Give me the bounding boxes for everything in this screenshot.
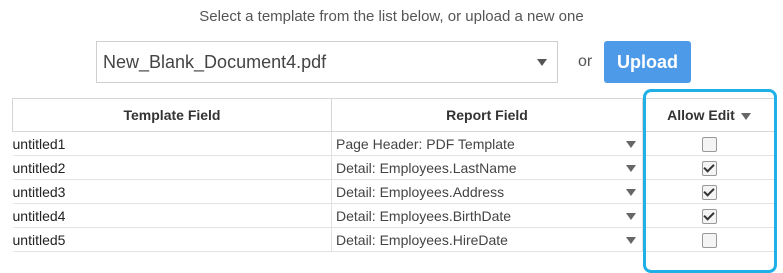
report-field-header: Report Field — [331, 98, 643, 132]
template-field-cell: untitled5 — [12, 227, 332, 252]
report-field-select[interactable]: Detail: Employees.LastName — [331, 155, 643, 180]
report-field-value: Page Header: PDF Template — [336, 135, 515, 152]
allow-edit-header[interactable]: Allow Edit — [642, 98, 776, 132]
chevron-down-icon[interactable] — [626, 189, 636, 196]
table-row: untitled4 Detail: Employees.BirthDate — [12, 203, 776, 228]
template-field-header: Template Field — [12, 98, 332, 132]
allow-edit-checkbox[interactable] — [701, 136, 717, 152]
template-field-cell: untitled4 — [12, 203, 332, 228]
table-row: untitled5 Detail: Employees.HireDate — [12, 227, 776, 252]
report-field-value: Detail: Employees.Address — [336, 183, 505, 200]
allow-edit-cell — [642, 179, 776, 204]
table-row: untitled1 Page Header: PDF Template — [12, 131, 776, 156]
template-field-cell: untitled3 — [12, 179, 332, 204]
report-field-select[interactable]: Detail: Employees.BirthDate — [331, 203, 643, 228]
report-field-value: Detail: Employees.HireDate — [336, 231, 508, 248]
chevron-down-icon[interactable] — [626, 237, 636, 244]
allow-edit-checkbox[interactable] — [701, 208, 717, 224]
template-field-cell: untitled1 — [12, 131, 332, 156]
report-field-select[interactable]: Page Header: PDF Template — [331, 131, 643, 156]
report-field-select[interactable]: Detail: Employees.HireDate — [331, 227, 643, 252]
template-select[interactable]: New_Blank_Document4.pdf — [96, 41, 558, 83]
chevron-down-icon[interactable] — [626, 213, 636, 220]
allow-edit-cell — [642, 203, 776, 228]
allow-edit-cell — [642, 131, 776, 156]
report-field-value: Detail: Employees.BirthDate — [336, 207, 512, 224]
upload-button[interactable]: Upload — [604, 41, 691, 83]
chevron-down-icon — [537, 59, 547, 66]
table-header-row: Template Field Report Field Allow Edit — [12, 98, 776, 132]
chevron-down-icon[interactable] — [626, 165, 636, 172]
allow-edit-checkbox[interactable] — [701, 160, 717, 176]
allow-edit-checkbox[interactable] — [701, 184, 717, 200]
or-label: or — [578, 53, 593, 70]
table-row: untitled2 Detail: Employees.LastName — [12, 155, 776, 180]
template-field-cell: untitled2 — [12, 155, 332, 180]
allow-edit-cell — [642, 155, 776, 180]
table-row: untitled3 Detail: Employees.Address — [12, 179, 776, 204]
instruction-text: Select a template from the list below, o… — [199, 8, 584, 25]
chevron-down-icon[interactable] — [740, 112, 751, 120]
field-mapping-table: Template Field Report Field Allow Edit u… — [12, 98, 776, 252]
allow-edit-cell — [642, 227, 776, 252]
report-field-value: Detail: Employees.LastName — [336, 159, 517, 176]
allow-edit-checkbox[interactable] — [701, 232, 717, 248]
allow-edit-header-label: Allow Edit — [667, 107, 735, 123]
chevron-down-icon[interactable] — [626, 141, 636, 148]
template-select-value: New_Blank_Document4.pdf — [103, 52, 327, 72]
report-field-select[interactable]: Detail: Employees.Address — [331, 179, 643, 204]
